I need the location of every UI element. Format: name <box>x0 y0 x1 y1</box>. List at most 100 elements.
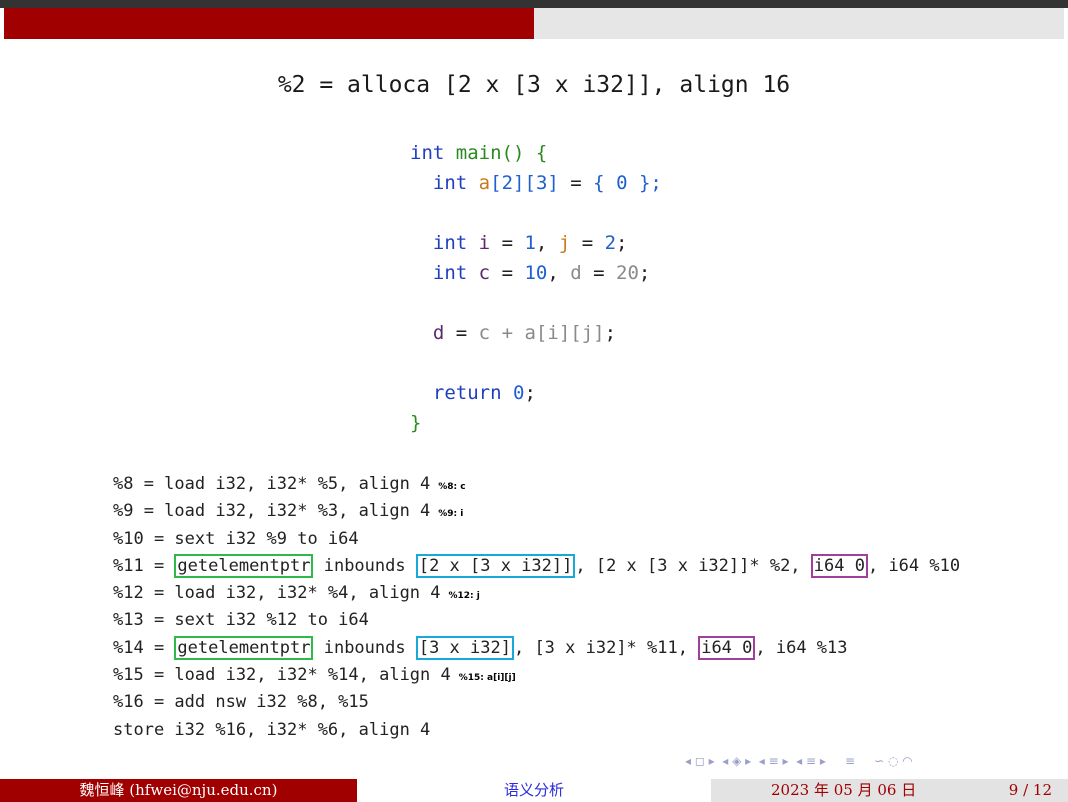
operator: = <box>490 262 525 284</box>
code-line: int a[2][3] = { 0 }; <box>410 168 662 198</box>
type-highlight-box: [2 x [3 x i32]] <box>415 553 576 578</box>
ir-line: %9 = load i32, i32* %3, align 4 %9: i <box>113 498 960 525</box>
keyword: int <box>432 232 468 254</box>
ir-text: %8 = load i32, i32* %5, align 4 <box>113 474 431 494</box>
window-top-strip <box>0 0 1068 8</box>
code-line: } <box>410 408 662 438</box>
header-bar-left <box>4 8 534 39</box>
keyword: int <box>432 172 468 194</box>
code-line: int main() { <box>410 138 662 168</box>
slide-title: %2 = alloca [2 x [3 x i32]], align 16 <box>277 72 791 98</box>
annotation: %15: a[i][j] <box>458 673 516 684</box>
c-code-block: int main() { int a[2][3] = { 0 }; int i … <box>410 138 662 438</box>
code-line: d = c + a[i][j]; <box>410 318 662 348</box>
gep-highlight-box: getelementptr <box>174 553 314 578</box>
keyword: return <box>432 382 502 404</box>
ir-text: %14 = <box>113 637 175 658</box>
number: 2 <box>604 232 617 254</box>
var-j: j <box>581 322 594 344</box>
ir-line: %12 = load i32, i32* %4, align 4 %12: j <box>113 580 960 607</box>
ir-line: %11 = getelementptr inbounds [2 x [3 x i… <box>113 553 960 580</box>
operator: = <box>570 232 605 254</box>
ir-text: %13 = sext i32 %12 to i64 <box>113 610 369 631</box>
var-c: c <box>478 322 491 344</box>
var-d: d <box>570 262 582 284</box>
ir-text: , [3 x i32]* %11, <box>513 637 699 658</box>
brace: () { <box>501 142 548 164</box>
operator: = <box>444 322 479 344</box>
bracket: [ <box>570 322 582 344</box>
semicolon: ; <box>524 382 536 404</box>
beamer-navigation-icons[interactable]: ◂ ◻ ▸ ◂ ◈ ▸ ◂ ≡ ▸ ◂ ≡ ▸ ≡ ∽ ◌ ◠ <box>685 754 913 768</box>
ir-text: %10 = sext i32 %9 to i64 <box>113 528 359 549</box>
ir-text: %15 = load i32, i32* %14, align 4 <box>113 665 451 686</box>
number: 10 <box>524 262 548 284</box>
var-a: a <box>478 172 491 194</box>
number: 0 <box>512 382 525 404</box>
ir-line: %8 = load i32, i32* %5, align 4 %8: c <box>113 471 960 498</box>
annotation: %12: j <box>448 591 480 602</box>
gep-highlight-box: getelementptr <box>174 635 314 660</box>
footer-section: 语义分析 <box>357 779 711 802</box>
llvm-ir-block: %8 = load i32, i32* %5, align 4 %8: c %9 … <box>113 471 960 744</box>
keyword: int <box>432 262 468 284</box>
ir-text: inbounds <box>313 555 416 576</box>
footer-date-page: 2023 年 05 月 06 日 9 / 12 <box>711 779 1068 802</box>
ir-line: %14 = getelementptr inbounds [3 x i32], … <box>113 635 960 662</box>
bracket: ] <box>547 172 559 194</box>
footer-date: 2023 年 05 月 06 日 <box>771 781 917 799</box>
code-line: int c = 10, d = 20; <box>410 258 662 288</box>
ir-text: inbounds <box>313 637 416 658</box>
var-a: a <box>524 322 536 344</box>
ir-line: %15 = load i32, i32* %14, align 4 %15: a[… <box>113 662 960 689</box>
var-c: c <box>478 262 491 284</box>
ir-text: %11 = <box>113 555 175 576</box>
operator: = <box>558 172 594 194</box>
var-i: i <box>478 232 491 254</box>
ir-text: store i32 %16, i32* %6, align 4 <box>113 719 431 740</box>
ir-line: %13 = sext i32 %12 to i64 <box>113 607 960 634</box>
code-line: return 0; <box>410 378 662 408</box>
brace: } <box>410 412 422 434</box>
brace: }; <box>627 172 662 194</box>
ir-text: , i64 %13 <box>755 637 848 658</box>
index-highlight-box: i64 0 <box>698 635 756 660</box>
ir-text: , i64 %10 <box>867 555 961 576</box>
number: 1 <box>524 232 536 254</box>
var-d: d <box>432 322 445 344</box>
comma: , <box>535 232 559 254</box>
operator: = <box>581 262 617 284</box>
semicolon: ; <box>638 262 651 284</box>
footer-page-number: 9 / 12 <box>1008 781 1052 799</box>
bracket: [ <box>535 322 548 344</box>
bracket: ] <box>513 172 525 194</box>
footer-author: 魏恒峰 (hfwei@nju.edu.cn) <box>0 779 357 802</box>
number: 3 <box>535 172 548 194</box>
bracket: ] <box>558 322 571 344</box>
ir-text: %9 = load i32, i32* %3, align 4 <box>113 501 431 522</box>
semicolon: ; <box>604 322 617 344</box>
operator: = <box>490 232 525 254</box>
ir-text: %12 = load i32, i32* %4, align 4 <box>113 583 441 604</box>
bracket: ] <box>593 322 605 344</box>
bracket: [ <box>524 172 536 194</box>
brace: { <box>593 172 617 194</box>
ir-line: %16 = add nsw i32 %8, %15 <box>113 689 960 716</box>
var-j: j <box>558 232 571 254</box>
keyword: int <box>410 142 445 164</box>
function-name: main <box>455 142 502 164</box>
var-i: i <box>547 322 559 344</box>
operator: + <box>490 322 525 344</box>
type-highlight-box: [3 x i32] <box>415 635 514 660</box>
index-highlight-box: i64 0 <box>810 553 868 578</box>
annotation: %8: c <box>438 482 466 492</box>
header-bar-right <box>534 8 1064 39</box>
number: 0 <box>616 172 628 194</box>
ir-line: %10 = sext i32 %9 to i64 <box>113 526 960 553</box>
bracket: [ <box>490 172 502 194</box>
ir-text: %16 = add nsw i32 %8, %15 <box>113 692 369 713</box>
number: 2 <box>501 172 514 194</box>
